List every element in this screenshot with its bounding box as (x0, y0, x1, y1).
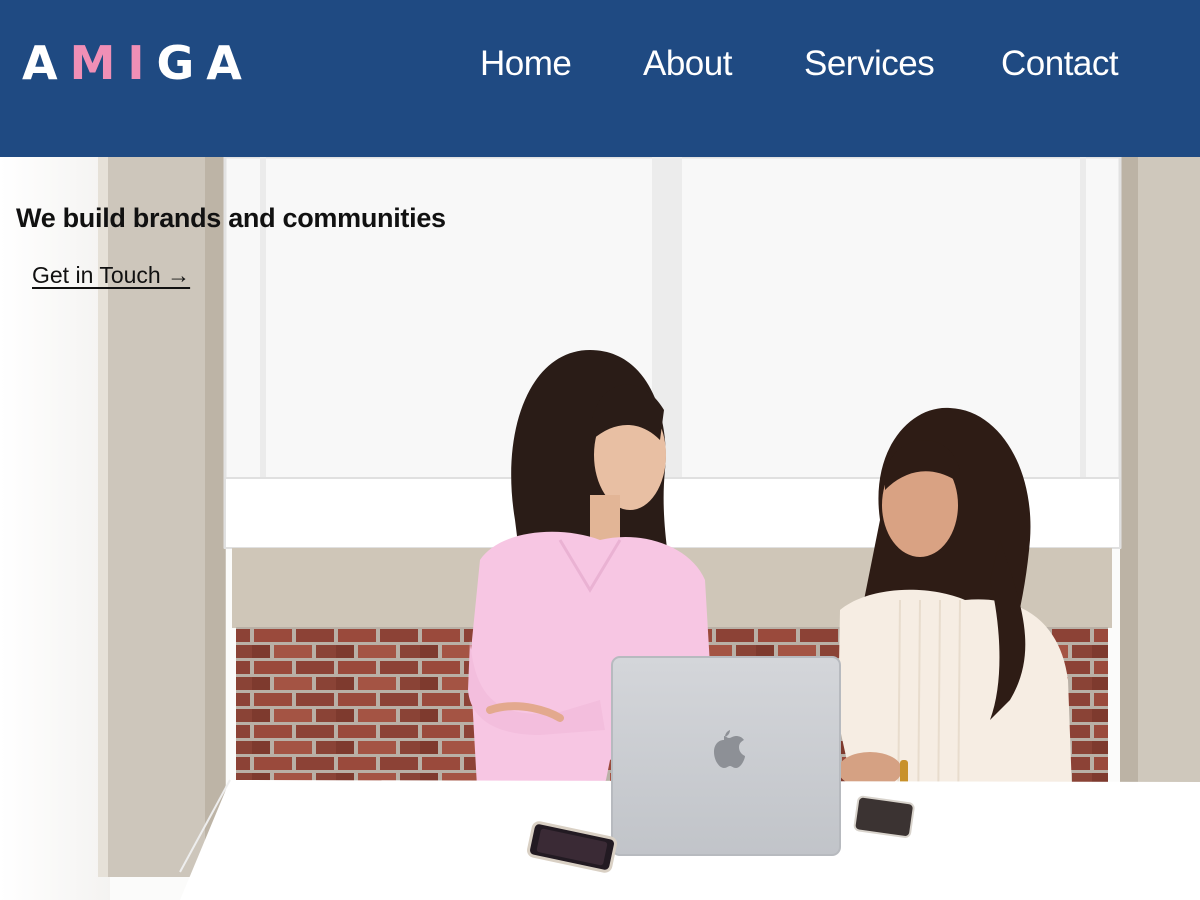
nav-about[interactable]: About (643, 44, 732, 84)
main-nav: Home About Services Contact (0, 44, 1200, 88)
get-in-touch-link[interactable]: Get in Touch → (32, 262, 190, 289)
hero-headline: We build brands and communities (16, 203, 446, 233)
nav-home[interactable]: Home (480, 44, 572, 84)
site-header: A M I G A Home About Services Contact (0, 0, 1200, 157)
hero-section: We build brands and communities Get in T… (0, 157, 1200, 900)
nav-services[interactable]: Services (804, 44, 935, 84)
nav-contact[interactable]: Contact (1001, 44, 1119, 84)
